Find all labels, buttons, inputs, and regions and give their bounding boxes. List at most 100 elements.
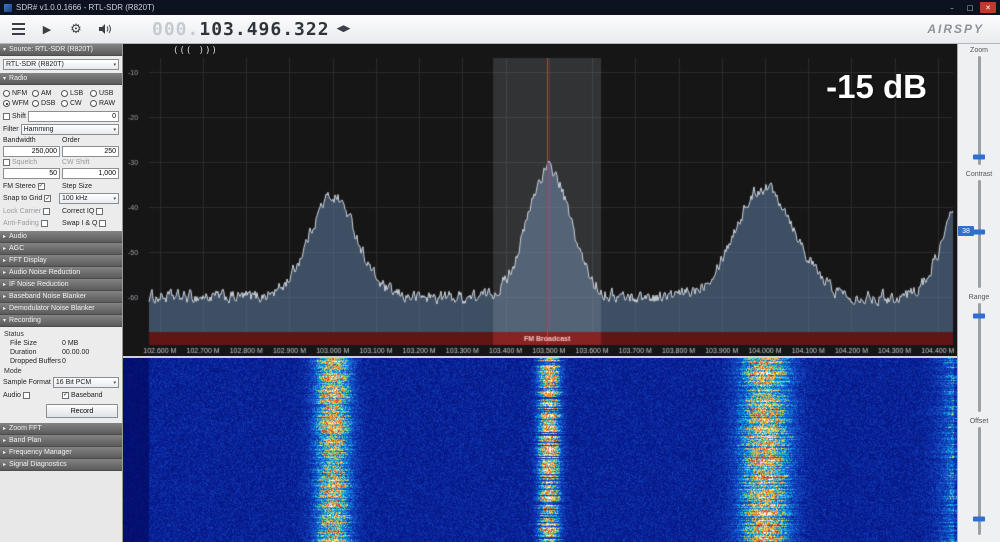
shift-checkbox[interactable] bbox=[3, 113, 10, 120]
radio-panel-body: NFM AM LSB USB WFM DSB CW RAW Shift Filter Hamm… bbox=[0, 85, 122, 231]
chevron-down-icon: ▾ bbox=[113, 126, 116, 133]
panel-header-audio-noise-reduction[interactable]: ▸ Audio Noise Reduction bbox=[0, 267, 122, 279]
source-device-dropdown[interactable]: RTL-SDR (R820T) ▾ bbox=[3, 59, 119, 70]
order-input[interactable] bbox=[62, 146, 119, 157]
waterfall-canvas[interactable] bbox=[123, 358, 957, 542]
maximize-button[interactable]: □ bbox=[962, 2, 978, 13]
panel-header-fft-display[interactable]: ▸ FFT Display bbox=[0, 255, 122, 267]
radio-button-icon bbox=[90, 100, 97, 107]
contrast-slider[interactable] bbox=[973, 179, 985, 288]
speaker-icon bbox=[98, 24, 111, 34]
radio-button-icon bbox=[32, 100, 39, 107]
offset-slider-label: Offset bbox=[969, 417, 989, 425]
chevron-down-icon: ▾ bbox=[113, 379, 116, 386]
file-size-row: File Size 0 MB bbox=[0, 339, 122, 348]
bandwidth-input[interactable] bbox=[3, 146, 60, 157]
audio-record-checkbox[interactable] bbox=[22, 391, 30, 399]
duration-value: 00.00.00 bbox=[62, 349, 90, 356]
mode-lsb[interactable]: LSB bbox=[61, 90, 90, 97]
contrast-slider-label: Contrast bbox=[965, 170, 993, 178]
bandwidth-order-inputs bbox=[0, 145, 122, 158]
mode-nfm[interactable]: NFM bbox=[3, 90, 32, 97]
panel-header-demodulator-noise-blanker[interactable]: ▸ Demodulator Noise Blanker bbox=[0, 303, 122, 315]
menu-button[interactable] bbox=[6, 18, 30, 40]
correct-iq-checkbox[interactable] bbox=[96, 207, 104, 215]
chevron-right-icon: ▸ bbox=[3, 425, 7, 432]
cw-shift-input[interactable] bbox=[62, 168, 119, 179]
zoom-slider-handle[interactable] bbox=[973, 154, 985, 160]
order-label: Order bbox=[62, 137, 80, 144]
mode-dsb[interactable]: DSB bbox=[32, 100, 61, 107]
minimize-button[interactable]: – bbox=[944, 2, 960, 13]
snap-to-grid-checkbox[interactable] bbox=[44, 195, 52, 202]
panel-header-recording[interactable]: ▾ Recording bbox=[0, 315, 122, 327]
stereo-pilot-indicator: ((( ))) bbox=[173, 46, 218, 56]
fm-stereo-checkbox[interactable] bbox=[37, 182, 45, 190]
shift-input[interactable] bbox=[28, 111, 119, 122]
status-section-label: Status bbox=[4, 331, 24, 338]
title-bar: SDR# v1.0.0.1666 - RTL-SDR (R820T) – □ ✕ bbox=[0, 0, 1000, 15]
offset-slider[interactable] bbox=[973, 426, 985, 535]
panel-header-radio[interactable]: ▾ Radio bbox=[0, 73, 122, 85]
panel-header-signal-diagnostics[interactable]: ▸ Signal Diagnostics bbox=[0, 459, 122, 471]
recording-panel-body: Status File Size 0 MB Duration 00.00.00 … bbox=[0, 327, 122, 423]
panel-header-zoom-fft[interactable]: ▸ Zoom FFT bbox=[0, 423, 122, 435]
frequency-step-buttons[interactable]: ◀▶ bbox=[337, 24, 351, 34]
panel-header-label: Frequency Manager bbox=[9, 449, 72, 456]
offset-slider-handle[interactable] bbox=[973, 516, 985, 522]
anti-fading-checkbox[interactable] bbox=[40, 219, 48, 227]
settings-button[interactable]: ⚙ bbox=[64, 18, 88, 40]
audio-mute-button[interactable] bbox=[93, 18, 117, 40]
panel-header-if-noise-reduction[interactable]: ▸ IF Noise Reduction bbox=[0, 279, 122, 291]
chevron-down-icon: ▾ bbox=[3, 317, 7, 324]
contrast-value-badge: 38 bbox=[958, 226, 974, 236]
collapsed-panels: ▸ Audio ▸ AGC ▸ FFT Display ▸ Audio Noise Reduc… bbox=[0, 231, 122, 315]
zoom-slider[interactable] bbox=[973, 56, 985, 165]
mode-label: USB bbox=[99, 90, 114, 97]
sample-format-label: Sample Format bbox=[3, 379, 51, 386]
radio-button-icon bbox=[3, 90, 10, 97]
gain-osd-label: -15 dB bbox=[826, 68, 927, 105]
lock-carrier-checkbox[interactable] bbox=[43, 207, 51, 215]
panel-header-band-plan[interactable]: ▸ Band Plan bbox=[0, 435, 122, 447]
squelch-input[interactable] bbox=[3, 168, 60, 179]
panel-header-label: Demodulator Noise Blanker bbox=[9, 305, 95, 312]
play-button[interactable]: ▶ bbox=[35, 18, 59, 40]
range-slider[interactable] bbox=[973, 303, 985, 412]
step-size-dropdown[interactable]: 100 kHz ▾ bbox=[59, 193, 119, 204]
mode-cw[interactable]: CW bbox=[61, 100, 90, 107]
sample-format-value: 16 Bit PCM bbox=[55, 379, 92, 386]
swap-iq-checkbox[interactable] bbox=[99, 219, 107, 227]
content-area: ▾ Source: RTL-SDR (R820T) RTL-SDR (R820T… bbox=[0, 44, 1000, 542]
mode-raw[interactable]: RAW bbox=[90, 100, 119, 107]
toolbar: ▶ ⚙ 000. 103.496.322 ◀▶ AIRSPY bbox=[0, 15, 1000, 44]
right-panel: 38 Zoom Contrast Range Offset bbox=[957, 44, 1000, 542]
panel-header-agc[interactable]: ▸ AGC bbox=[0, 243, 122, 255]
sample-format-dropdown[interactable]: 16 Bit PCM ▾ bbox=[52, 377, 119, 388]
radio-button-icon bbox=[61, 100, 68, 107]
anti-fading-label: Anti-Fading bbox=[3, 219, 39, 227]
panel-header-source[interactable]: ▾ Source: RTL-SDR (R820T) bbox=[0, 44, 122, 56]
contrast-slider-handle[interactable] bbox=[973, 229, 985, 235]
close-button[interactable]: ✕ bbox=[980, 2, 996, 13]
filter-dropdown[interactable]: Hamming ▾ bbox=[20, 124, 119, 135]
mode-label: DSB bbox=[41, 100, 56, 107]
record-button[interactable]: Record bbox=[46, 404, 118, 418]
zoom-slider-section: Zoom bbox=[958, 46, 1000, 170]
panel-header-audio[interactable]: ▸ Audio bbox=[0, 231, 122, 243]
frequency-display[interactable]: 000. 103.496.322 bbox=[152, 19, 330, 40]
mode-usb[interactable]: USB bbox=[90, 90, 119, 97]
panel-header-baseband-noise-blanker[interactable]: ▸ Baseband Noise Blanker bbox=[0, 291, 122, 303]
mode-am[interactable]: AM bbox=[32, 90, 61, 97]
baseband-record-label: Baseband bbox=[71, 391, 103, 399]
mode-wfm[interactable]: WFM bbox=[3, 100, 32, 107]
swap-iq-label: Swap I & Q bbox=[62, 219, 98, 227]
squelch-checkbox[interactable] bbox=[3, 159, 10, 166]
panel-header-frequency-manager[interactable]: ▸ Frequency Manager bbox=[0, 447, 122, 459]
record-button-row: Record bbox=[0, 401, 122, 421]
filter-row: Filter Hamming ▾ bbox=[0, 123, 122, 136]
baseband-record-checkbox[interactable] bbox=[62, 391, 69, 399]
squelch-cwshift-inputs bbox=[0, 167, 122, 180]
cw-shift-label: CW Shift bbox=[62, 159, 90, 166]
range-slider-handle[interactable] bbox=[973, 313, 985, 319]
